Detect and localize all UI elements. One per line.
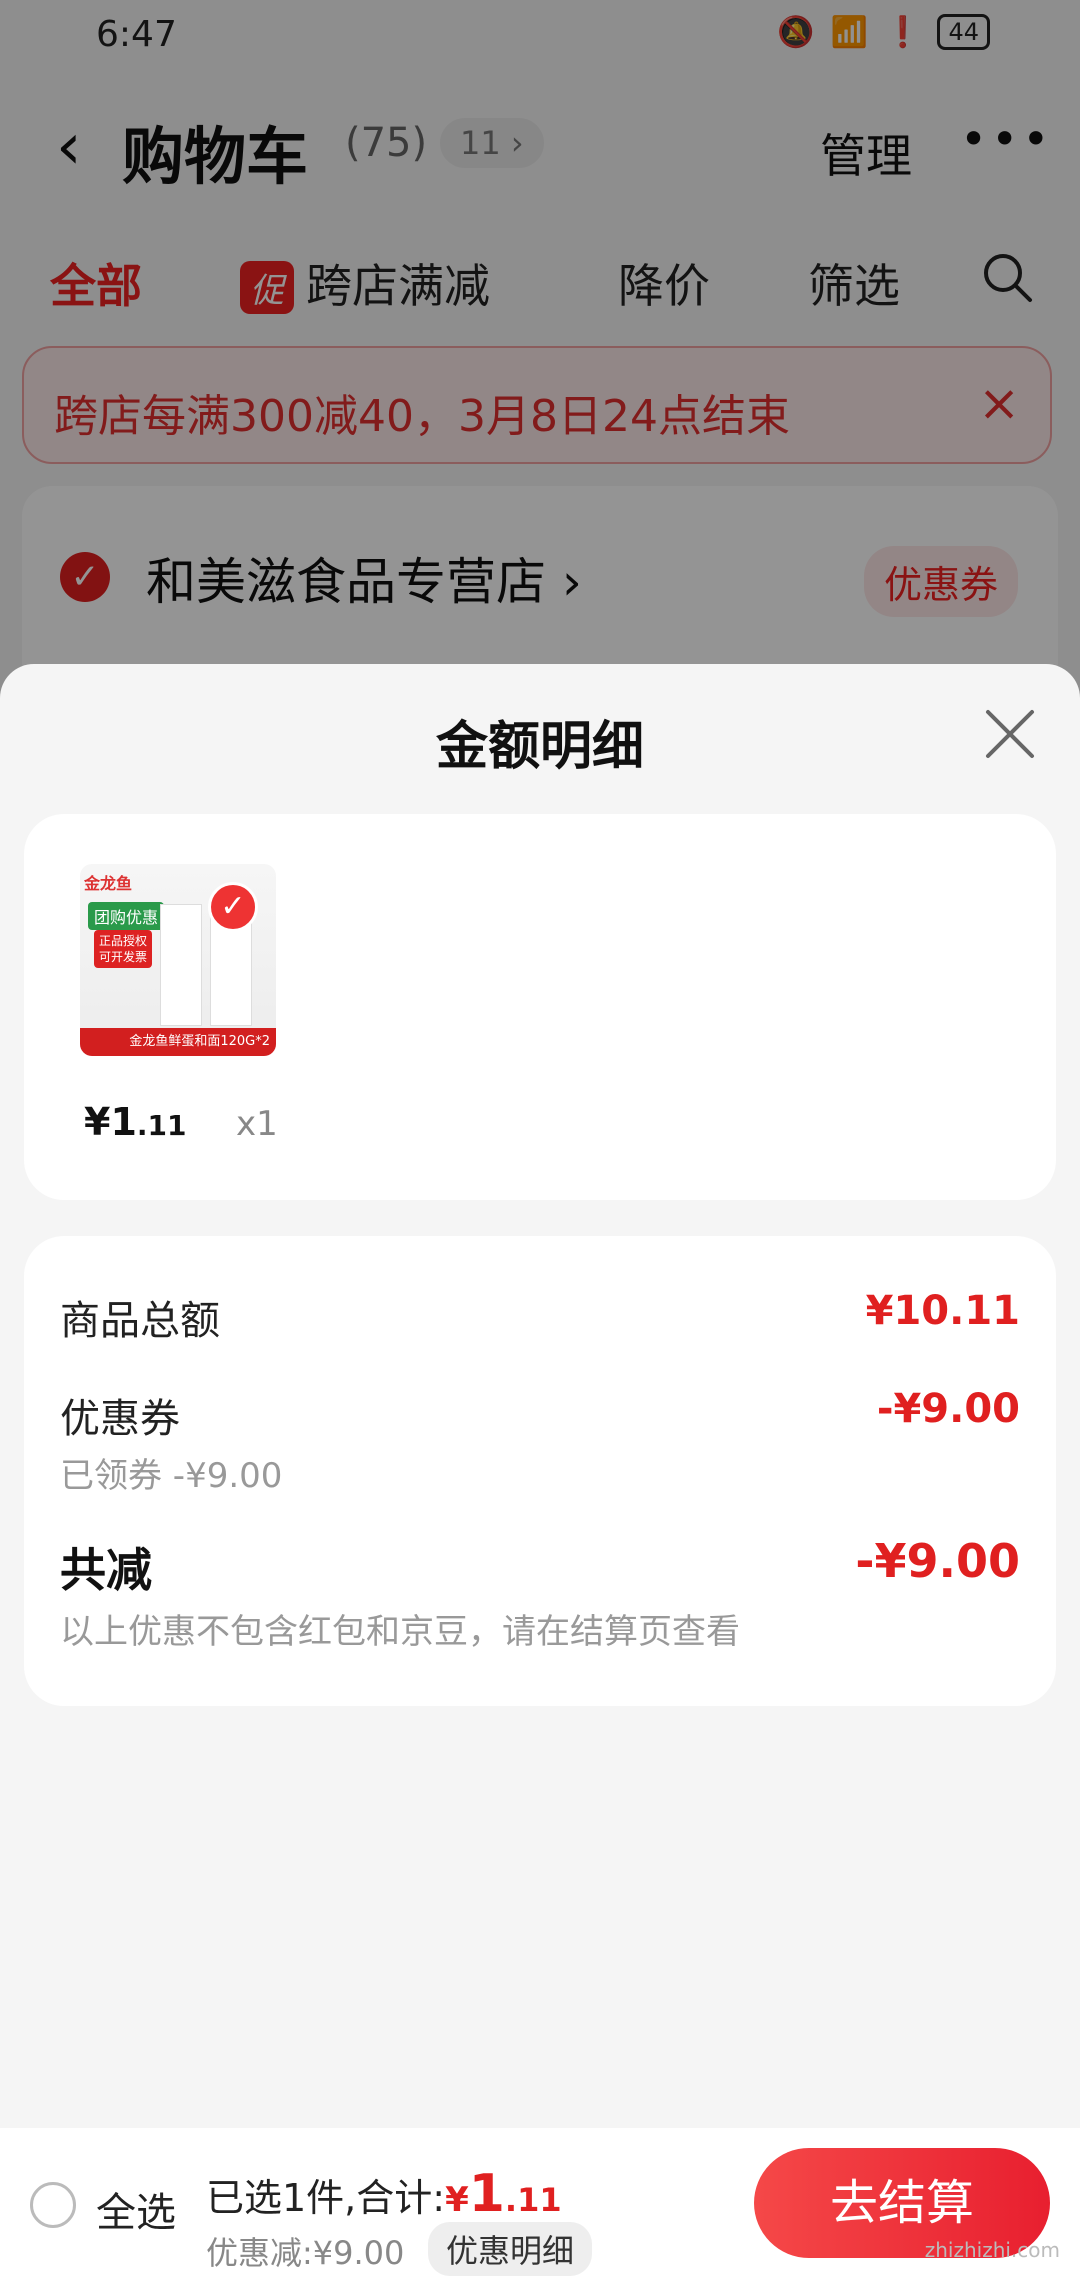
discount-note: 以上优惠不包含红包和京豆，请在结算页查看 xyxy=(60,1612,740,1652)
discount-detail-button[interactable]: 优惠明细 xyxy=(428,2222,593,2276)
product-package xyxy=(160,904,202,1026)
thumb-brand: 金龙鱼 xyxy=(84,874,133,893)
coupon-sub: 已领券 -¥9.00 xyxy=(60,1456,283,1496)
coupon-label: 优惠券 xyxy=(60,1396,180,1442)
summary-prefix: 已选1件,合计: xyxy=(206,2176,446,2220)
discount-text: 优惠减:¥9.00 xyxy=(206,2234,405,2272)
checkout-bar: 全选 已选1件,合计:¥1.11 优惠减:¥9.00 优惠明细 去结算 zhiz… xyxy=(0,2128,1080,2280)
total-price-yen: ¥ xyxy=(445,2180,469,2220)
watermark: zhizhizhi.com xyxy=(924,2238,1060,2262)
selected-check-icon: ✓ xyxy=(208,882,258,932)
thumb-auth: 正品授权 可开发票 xyxy=(94,930,153,968)
goods-total-value: ¥10.11 xyxy=(865,1288,1020,1334)
total-summary: 已选1件,合计:¥1.11 xyxy=(206,2164,562,2224)
select-all-checkbox[interactable] xyxy=(30,2182,76,2228)
amount-detail-card: 商品总额 ¥10.11 优惠券 -¥9.00 已领券 -¥9.00 共减 -¥9… xyxy=(24,1236,1056,1706)
coupon-value: -¥9.00 xyxy=(876,1386,1020,1432)
thumb-caption: 金龙鱼鲜蛋和面120G*2 xyxy=(80,1028,276,1056)
total-price-int: 1 xyxy=(468,2164,505,2224)
total-price: ¥1.11 xyxy=(445,2164,562,2224)
total-price-dec: .11 xyxy=(504,2181,562,2219)
item-price-dec: .11 xyxy=(136,1109,187,1142)
item-price: ¥1.11 xyxy=(84,1100,187,1144)
sheet-title: 金额明细 xyxy=(435,717,644,777)
item-price-int: ¥1 xyxy=(84,1100,137,1144)
item-card: 金龙鱼 团购优惠 正品授权 可开发票 金龙鱼鲜蛋和面120G*2 ✓ ¥1.11 … xyxy=(24,814,1056,1200)
select-all-label[interactable]: 全选 xyxy=(96,2180,176,2238)
thumb-auth-line-1: 正品授权 xyxy=(99,934,148,948)
total-discount-label: 共减 xyxy=(60,1543,152,1597)
total-discount-value: -¥9.00 xyxy=(855,1534,1020,1588)
thumb-auth-line-2: 可开发票 xyxy=(99,950,148,964)
goods-total-label: 商品总额 xyxy=(60,1298,220,1344)
amount-detail-sheet: 金额明细 金龙鱼 团购优惠 正品授权可开发票 金龙鱼鲜蛋和面120G*2 ✓ ¥… xyxy=(0,664,1080,2128)
product-thumbnail[interactable]: 金龙鱼 团购优惠 正品授权可开发票 金龙鱼鲜蛋和面120G*2 ✓ xyxy=(80,864,276,1056)
close-icon[interactable] xyxy=(982,706,1038,762)
item-quantity: x1 xyxy=(236,1104,278,1144)
thumb-badge: 团购优惠 xyxy=(88,902,165,930)
modal-overlay[interactable] xyxy=(0,0,1080,700)
